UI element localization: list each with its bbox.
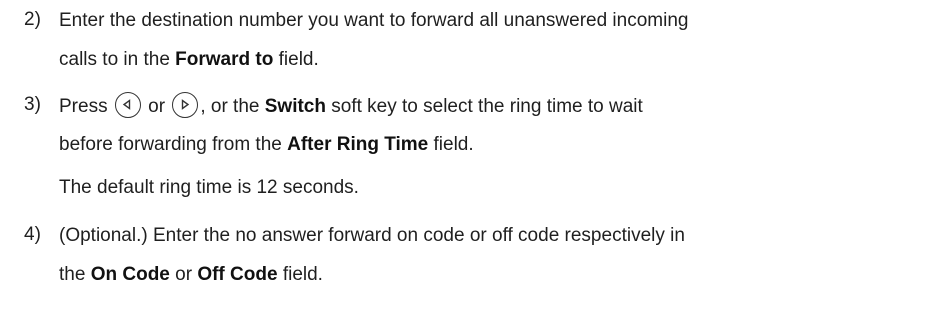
- right-navigation-key-icon: [172, 92, 199, 118]
- step-text-line: Enter the destination number you want to…: [59, 10, 689, 31]
- soft-key-name-switch: Switch: [264, 96, 326, 118]
- step-number: 4): [24, 224, 41, 245]
- step-text-line: Press or , or the Switch soft key to sel…: [59, 92, 643, 120]
- step-text-line: (Optional.) Enter the no answer forward …: [59, 225, 685, 246]
- step-number: 3): [24, 94, 41, 115]
- step-text-line: before forwarding from the After Ring Ti…: [59, 134, 474, 155]
- field-name-on-code: On Code: [90, 264, 170, 285]
- step-text-line: calls to in the Forward to field.: [59, 49, 319, 70]
- field-name-after-ring-time: After Ring Time: [287, 134, 429, 155]
- step-text-line: the On Code or Off Code field.: [59, 264, 323, 285]
- field-name-forward-to: Forward to: [175, 49, 274, 70]
- step-note: The default ring time is 12 seconds.: [59, 177, 359, 198]
- step-number: 2): [24, 9, 41, 30]
- left-navigation-key-icon: [114, 92, 141, 118]
- field-name-off-code: Off Code: [197, 264, 278, 285]
